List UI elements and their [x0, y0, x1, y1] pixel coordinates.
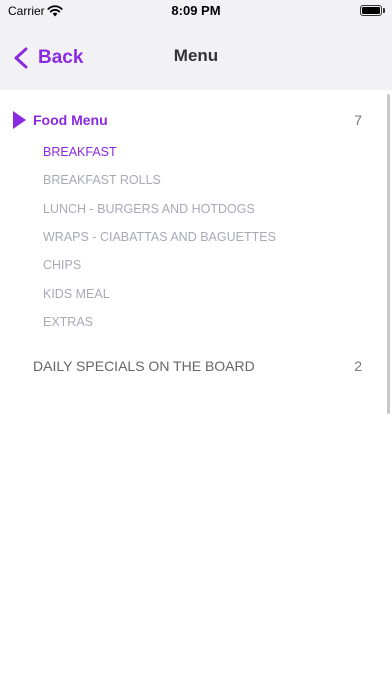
section-title: DAILY SPECIALS ON THE BOARD	[33, 358, 255, 374]
section-count: 7	[354, 112, 362, 128]
menu-item-extras[interactable]: EXTRAS	[43, 315, 93, 329]
menu-item-kids-meal[interactable]: KIDS MEAL	[43, 287, 110, 301]
battery-icon	[360, 5, 382, 16]
battery-tip	[383, 8, 385, 13]
menu-item-lunch[interactable]: LUNCH - BURGERS AND HOTDOGS	[43, 202, 255, 216]
page-title: Menu	[173, 46, 219, 65]
menu-item-breakfast-rolls[interactable]: BREAKFAST ROLLS	[43, 173, 161, 187]
status-bar: Carrier 8:09 PM	[0, 0, 392, 24]
section-title: Food Menu	[33, 112, 108, 128]
menu-item-breakfast[interactable]: BREAKFAST	[43, 145, 117, 159]
section-count: 2	[354, 358, 362, 374]
navigation-bar: Back Menu	[0, 24, 392, 90]
clock: 8:09 PM	[171, 3, 221, 18]
expand-triangle-icon	[13, 111, 26, 129]
section-food-menu[interactable]: Food Menu 7	[0, 104, 392, 136]
menu-item-wraps[interactable]: WRAPS - CIABATTAS AND BAGUETTES	[43, 230, 276, 244]
menu-item-chips[interactable]: CHIPS	[43, 258, 81, 272]
section-daily-specials[interactable]: DAILY SPECIALS ON THE BOARD 2	[0, 350, 392, 382]
